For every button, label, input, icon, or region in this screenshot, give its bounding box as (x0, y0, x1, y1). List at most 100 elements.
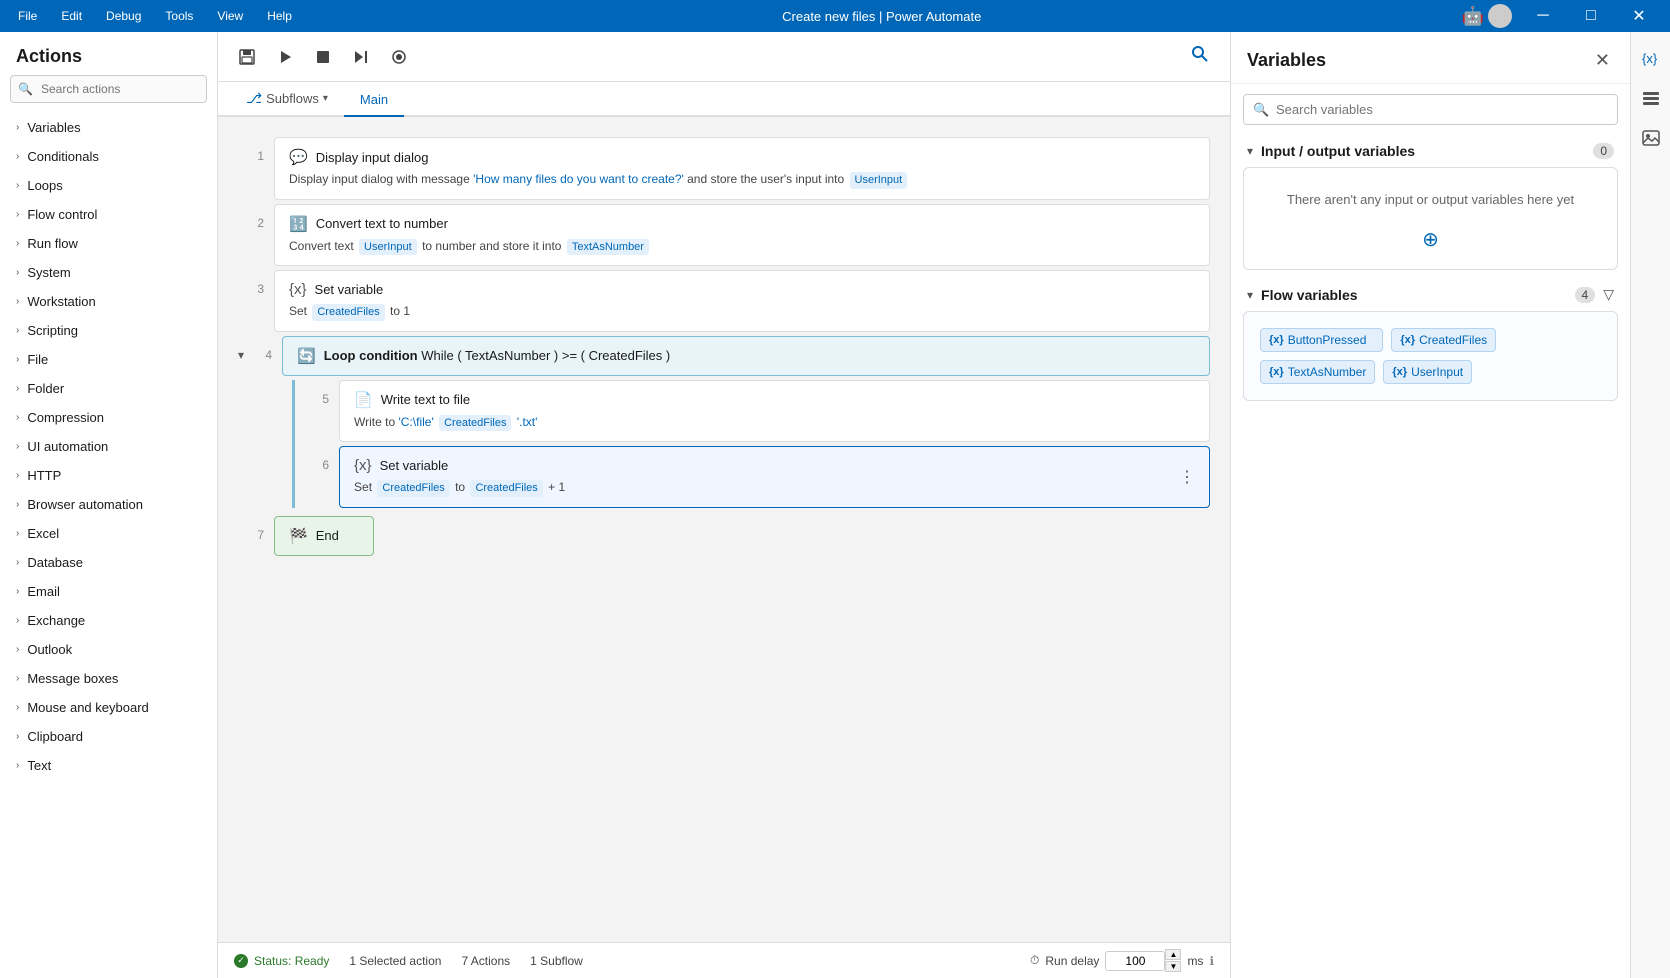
io-add-button-container: ⊕ (1260, 225, 1601, 253)
step-title: Convert text to number (316, 216, 448, 231)
selected-count: 1 Selected action (349, 954, 441, 968)
sidebar-item-message-boxes[interactable]: › Message boxes (0, 664, 217, 693)
flow-step-6: 6 ⋮ {x} Set variable Set CreatedFiles to… (303, 446, 1210, 508)
minimize-button[interactable]: ─ (1520, 0, 1566, 32)
menu-view[interactable]: View (207, 5, 253, 27)
sidebar-item-label: Email (27, 584, 60, 599)
sidebar-item-text[interactable]: › Text (0, 751, 217, 780)
run-delay-down[interactable]: ▼ (1165, 961, 1181, 972)
chevron-icon: › (16, 209, 19, 220)
var-badge-textasnumber[interactable]: {x} TextAsNumber (1260, 360, 1375, 384)
var-section-header-io[interactable]: ▾ Input / output variables 0 (1243, 135, 1618, 167)
sidebar-item-excel[interactable]: › Excel (0, 519, 217, 548)
sidebar-item-outlook[interactable]: › Outlook (0, 635, 217, 664)
sidebar-item-file[interactable]: › File (0, 345, 217, 374)
flow-vars-header[interactable]: ▾ Flow variables 4 ▽ (1243, 278, 1618, 311)
var-icon: {x} (1400, 334, 1415, 346)
menu-debug[interactable]: Debug (96, 5, 151, 27)
sidebar-item-browser-automation[interactable]: › Browser automation (0, 490, 217, 519)
chevron-icon: › (16, 441, 19, 452)
loop-expand-button[interactable]: ▾ (238, 348, 244, 362)
flow-variables-section: ▾ Flow variables 4 ▽ {x} ButtonPressed {… (1243, 278, 1618, 401)
var-badge-buttonpressed[interactable]: {x} ButtonPressed (1260, 328, 1383, 352)
cloud-icon: 🤖 (1462, 6, 1484, 27)
sidebar-item-conditionals[interactable]: › Conditionals (0, 142, 217, 171)
var-name: UserInput (1411, 365, 1463, 379)
search-actions-input[interactable] (10, 75, 207, 103)
step-card-end[interactable]: 🏁 End (274, 516, 374, 556)
sidebar-item-http[interactable]: › HTTP (0, 461, 217, 490)
tab-subflows[interactable]: ⎇ Subflows ▾ (230, 82, 344, 117)
sidebar-item-compression[interactable]: › Compression (0, 403, 217, 432)
flow-vars-grid: {x} ButtonPressed {x} CreatedFiles {x} T… (1256, 324, 1605, 388)
variables-search-box: 🔍 (1243, 94, 1618, 125)
add-io-variable-button[interactable]: ⊕ (1417, 225, 1445, 253)
step-card-convert-text[interactable]: 🔢 Convert text to number Convert text Us… (274, 204, 1210, 267)
titlebar-title: Create new files | Power Automate (302, 9, 1462, 24)
filter-icon[interactable]: ▽ (1603, 286, 1614, 303)
step-card-display-dialog[interactable]: 💬 Display input dialog Display input dia… (274, 137, 1210, 200)
chevron-icon: › (16, 528, 19, 539)
step-card-set-variable-2[interactable]: ⋮ {x} Set variable Set CreatedFiles to C… (339, 446, 1210, 508)
sidebar-item-label: System (27, 265, 70, 280)
io-section-content: There aren't any input or output variabl… (1243, 167, 1618, 270)
menu-tools[interactable]: Tools (155, 5, 203, 27)
sidebar-item-system[interactable]: › System (0, 258, 217, 287)
sidebar-item-clipboard[interactable]: › Clipboard (0, 722, 217, 751)
maximize-button[interactable]: □ (1568, 0, 1614, 32)
search-variables-input[interactable] (1243, 94, 1618, 125)
stop-button[interactable] (306, 42, 340, 72)
toolbar-search-button[interactable] (1182, 40, 1218, 73)
sidebar-item-label: Database (27, 555, 83, 570)
var-badge-userinput[interactable]: {x} UserInput (1383, 360, 1472, 384)
step-card-write-text[interactable]: 📄 Write text to file Write to 'C:\file' … (339, 380, 1210, 443)
run-button[interactable] (268, 42, 302, 72)
next-step-button[interactable] (344, 42, 378, 72)
step-description: Set CreatedFiles to 1 (289, 302, 1195, 321)
chevron-icon: › (16, 383, 19, 394)
step-more-button[interactable]: ⋮ (1173, 465, 1201, 489)
menu-help[interactable]: Help (257, 5, 302, 27)
flow-canvas[interactable]: 1 💬 Display input dialog Display input d… (218, 117, 1230, 942)
run-delay-up[interactable]: ▲ (1165, 949, 1181, 960)
layers-sidebar-button[interactable] (1633, 80, 1669, 116)
sidebar-item-email[interactable]: › Email (0, 577, 217, 606)
menu-file[interactable]: File (8, 5, 47, 27)
sidebar-item-run-flow[interactable]: › Run flow (0, 229, 217, 258)
sidebar-item-label: Exchange (27, 613, 85, 628)
sidebar-item-label: Variables (27, 120, 80, 135)
sidebar-item-ui-automation[interactable]: › UI automation (0, 432, 217, 461)
save-button[interactable] (230, 42, 264, 72)
variables-close-button[interactable]: ✕ (1591, 46, 1614, 75)
variables-panel-header: Variables ✕ (1231, 32, 1630, 84)
step-title: Loop condition While ( TextAsNumber ) >=… (324, 348, 671, 363)
step-number: 4 (246, 336, 282, 362)
sidebar-item-variables[interactable]: › Variables (0, 113, 217, 142)
sidebar-item-exchange[interactable]: › Exchange (0, 606, 217, 635)
sidebar-item-flow-control[interactable]: › Flow control (0, 200, 217, 229)
flow-step-2: 2 🔢 Convert text to number Convert text … (238, 204, 1210, 267)
sidebar-item-database[interactable]: › Database (0, 548, 217, 577)
titlebar: File Edit Debug Tools View Help Create n… (0, 0, 1670, 32)
var-badge-createdfiles[interactable]: {x} CreatedFiles (1391, 328, 1496, 352)
step-card-set-variable-1[interactable]: {x} Set variable Set CreatedFiles to 1 (274, 270, 1210, 332)
sidebar-item-label: Mouse and keyboard (27, 700, 148, 715)
sidebar-item-scripting[interactable]: › Scripting (0, 316, 217, 345)
info-icon: ℹ (1209, 954, 1214, 968)
sidebar-item-workstation[interactable]: › Workstation (0, 287, 217, 316)
app-body: Actions 🔍 › Variables › Conditionals › L… (0, 32, 1670, 978)
menu-edit[interactable]: Edit (51, 5, 92, 27)
step-card-loop-condition[interactable]: 🔄 Loop condition While ( TextAsNumber ) … (282, 336, 1210, 376)
sidebar-item-mouse-keyboard[interactable]: › Mouse and keyboard (0, 693, 217, 722)
tab-main[interactable]: Main (344, 84, 404, 117)
run-delay-input[interactable] (1105, 951, 1165, 971)
variables-sidebar-button[interactable]: {x} (1633, 40, 1669, 76)
chevron-down-icon: ▾ (1247, 144, 1253, 158)
record-button[interactable] (382, 42, 416, 72)
image-sidebar-button[interactable] (1633, 120, 1669, 156)
sidebar-item-label: Compression (27, 410, 104, 425)
sidebar-item-folder[interactable]: › Folder (0, 374, 217, 403)
sidebar-item-loops[interactable]: › Loops (0, 171, 217, 200)
close-button[interactable]: ✕ (1616, 0, 1662, 32)
tab-subflows-label: Subflows (266, 91, 319, 106)
